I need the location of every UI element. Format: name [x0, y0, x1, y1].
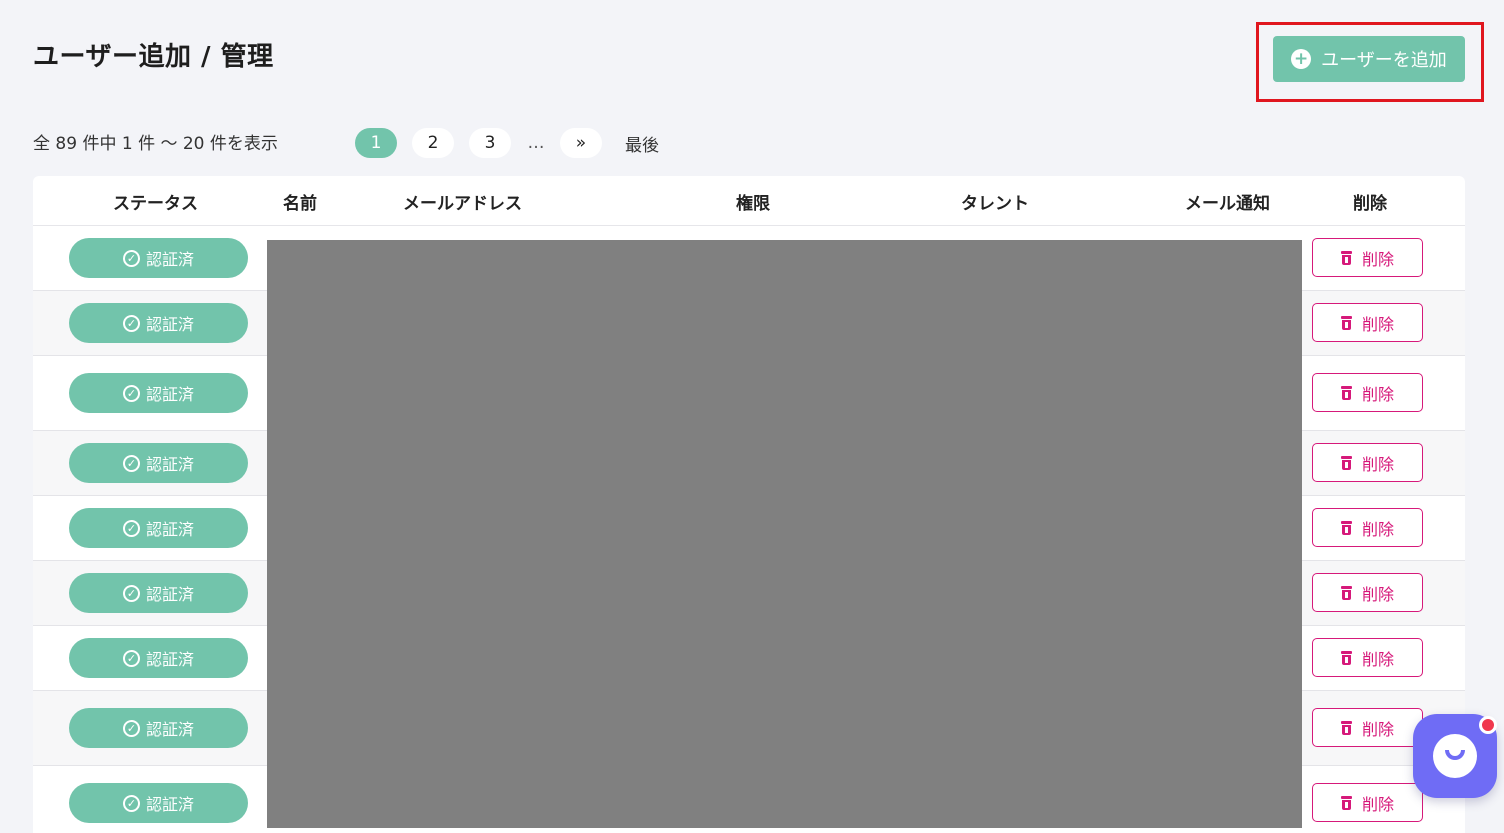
- delete-button[interactable]: 削除: [1312, 238, 1423, 277]
- pagination: 1 2 3 … » 最後: [355, 128, 659, 158]
- trash-icon: [1340, 315, 1352, 330]
- check-circle-icon: ✓: [122, 794, 140, 812]
- status-badge: ✓ 認証済: [69, 508, 248, 548]
- table-header: ステータス 名前 メールアドレス 権限 タレント メール通知 削除: [33, 176, 1465, 226]
- header-talent: タレント: [961, 194, 1029, 214]
- status-badge: ✓ 認証済: [69, 783, 248, 823]
- delete-button[interactable]: 削除: [1312, 783, 1423, 822]
- result-count: 全 89 件中 1 件 ～ 20 件を表示: [33, 134, 278, 154]
- header-email: メールアドレス: [403, 194, 522, 214]
- check-circle-icon: ✓: [122, 584, 140, 602]
- header-name: 名前: [283, 194, 317, 214]
- status-badge: ✓ 認証済: [69, 303, 248, 343]
- status-badge: ✓ 認証済: [69, 573, 248, 613]
- trash-icon: [1340, 250, 1352, 265]
- check-circle-icon: ✓: [122, 454, 140, 472]
- notification-badge: [1479, 716, 1497, 734]
- redacted-area: [267, 240, 1302, 828]
- check-circle-icon: ✓: [122, 384, 140, 402]
- delete-button[interactable]: 削除: [1312, 443, 1423, 482]
- user-management-page: ユーザー追加 / 管理 + ユーザーを追加 全 89 件中 1 件 ～ 20 件…: [0, 0, 1504, 833]
- delete-button[interactable]: 削除: [1312, 708, 1423, 747]
- chat-launcher-button[interactable]: [1413, 714, 1497, 798]
- delete-button[interactable]: 削除: [1312, 303, 1423, 342]
- page-title: ユーザー追加 / 管理: [33, 42, 274, 72]
- trash-icon: [1340, 585, 1352, 600]
- header-mail-notify: メール通知: [1185, 194, 1270, 214]
- trash-icon: [1340, 650, 1352, 665]
- status-badge: ✓ 認証済: [69, 708, 248, 748]
- last-page-link[interactable]: 最後: [625, 131, 659, 156]
- add-user-button[interactable]: + ユーザーを追加: [1273, 36, 1465, 82]
- check-circle-icon: ✓: [122, 519, 140, 537]
- pagination-ellipsis: …: [527, 133, 545, 153]
- check-circle-icon: ✓: [122, 314, 140, 332]
- status-badge: ✓ 認証済: [69, 373, 248, 413]
- trash-icon: [1340, 385, 1352, 400]
- trash-icon: [1340, 455, 1352, 470]
- page-1-button[interactable]: 1: [355, 128, 397, 158]
- next-page-button[interactable]: »: [560, 128, 602, 158]
- add-user-label: ユーザーを追加: [1321, 50, 1447, 71]
- trash-icon: [1340, 795, 1352, 810]
- trash-icon: [1340, 520, 1352, 535]
- page-3-button[interactable]: 3: [469, 128, 511, 158]
- users-table: ステータス 名前 メールアドレス 権限 タレント メール通知 削除 ✓ 認証済 削…: [33, 176, 1465, 833]
- status-badge: ✓ 認証済: [69, 443, 248, 483]
- check-circle-icon: ✓: [122, 719, 140, 737]
- check-circle-icon: ✓: [122, 649, 140, 667]
- delete-button[interactable]: 削除: [1312, 638, 1423, 677]
- trash-icon: [1340, 720, 1352, 735]
- status-badge: ✓ 認証済: [69, 638, 248, 678]
- check-circle-icon: ✓: [122, 249, 140, 267]
- delete-button[interactable]: 削除: [1312, 573, 1423, 612]
- header-status: ステータス: [113, 194, 198, 214]
- header-delete: 削除: [1353, 194, 1387, 214]
- page-2-button[interactable]: 2: [412, 128, 454, 158]
- status-badge: ✓ 認証済: [69, 238, 248, 278]
- plus-circle-icon: +: [1291, 49, 1312, 69]
- delete-button[interactable]: 削除: [1312, 373, 1423, 412]
- delete-button[interactable]: 削除: [1312, 508, 1423, 547]
- header-role: 権限: [736, 194, 770, 214]
